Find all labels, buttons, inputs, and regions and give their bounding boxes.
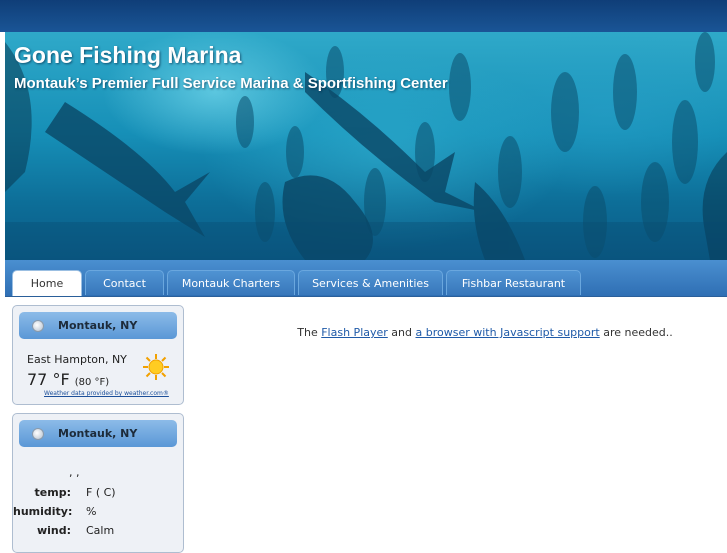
conditions-widget-title: Montauk, NY <box>58 427 138 440</box>
javascript-browser-link[interactable]: a browser with Javascript support <box>416 326 600 339</box>
bullet-icon <box>32 319 44 332</box>
flash-msg-prefix: The <box>297 326 322 339</box>
weather-credit-link[interactable]: Weather data provided by weather.com® <box>44 390 169 397</box>
weather-temperature: 77 °F (80 °F) <box>27 370 110 389</box>
temp-label: temp: <box>34 486 71 499</box>
flash-player-link[interactable]: Flash Player <box>321 326 388 339</box>
humidity-value: % <box>86 505 97 518</box>
tab-fishbar-restaurant[interactable]: Fishbar Restaurant <box>446 270 581 295</box>
tab-montauk-charters[interactable]: Montauk Charters <box>167 270 295 295</box>
wind-label: wind: <box>36 524 71 537</box>
weather-widget-title: Montauk, NY <box>58 319 138 332</box>
sun-icon <box>143 354 169 380</box>
temp-value: F ( C) <box>86 486 116 499</box>
conditions-widget: Montauk, NY , , temp: F ( C) humidity: %… <box>12 413 184 553</box>
site-title: Gone Fishing Marina <box>14 42 242 68</box>
weather-location: East Hampton, NY <box>27 353 127 366</box>
conditions-widget-header: Montauk, NY <box>19 420 177 447</box>
tab-home[interactable]: Home <box>12 270 82 296</box>
top-bar <box>0 0 727 32</box>
tab-contact[interactable]: Contact <box>85 270 164 295</box>
weather-widget-header: Montauk, NY <box>19 312 177 339</box>
flash-required-message: The Flash Player and a browser with Java… <box>250 326 720 339</box>
humidity-label: humidity: <box>13 505 73 518</box>
flash-msg-mid: and <box>387 326 416 339</box>
header-banner: Gone Fishing Marina Montauk’s Premier Fu… <box>5 32 727 260</box>
weather-widget: Montauk, NY East Hampton, NY 77 °F (80 °… <box>12 305 184 405</box>
bullet-icon <box>32 427 44 440</box>
tab-services-amenities[interactable]: Services & Amenities <box>298 270 443 295</box>
conditions-separator: , , <box>69 466 80 479</box>
flash-msg-suffix: are needed.. <box>599 326 673 339</box>
site-subtitle: Montauk’s Premier Full Service Marina & … <box>14 75 448 92</box>
main-nav: Home Contact Montauk Charters Services &… <box>5 260 727 297</box>
weather-feels-like: (80 °F) <box>74 377 110 388</box>
wind-value: Calm <box>86 524 115 537</box>
